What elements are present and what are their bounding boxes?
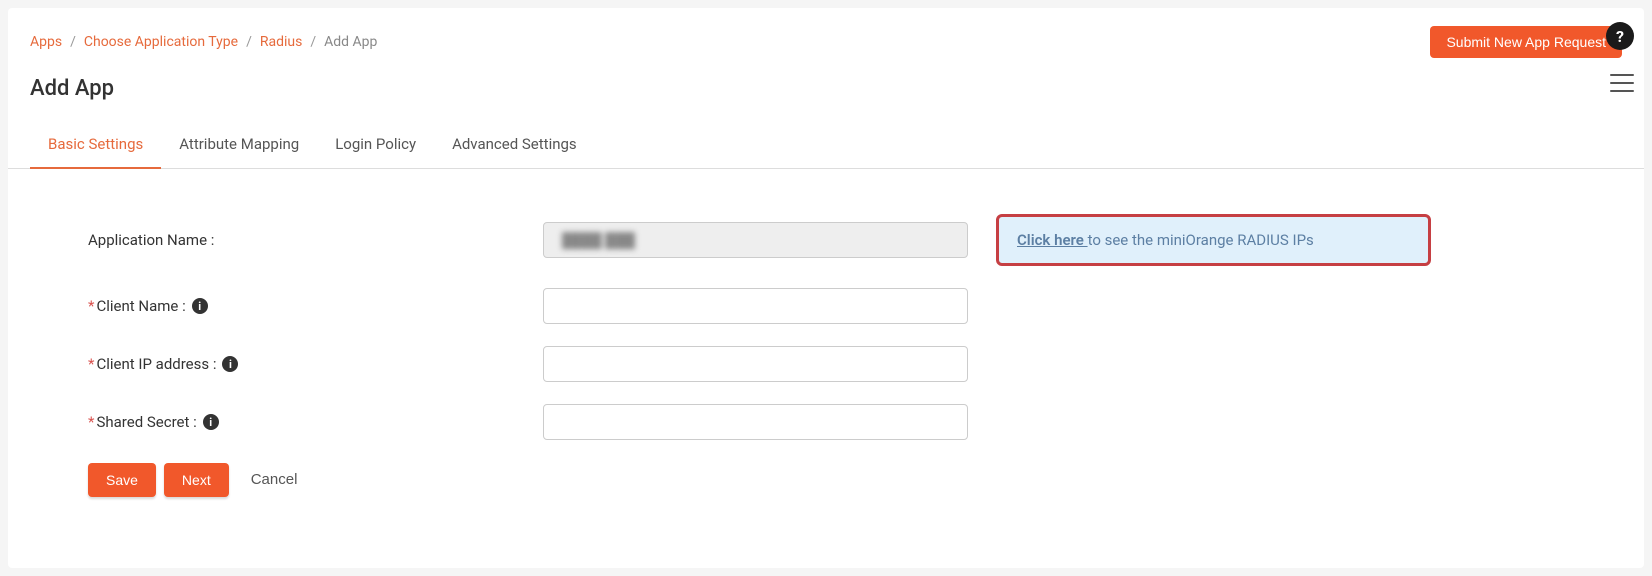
tab-basic-settings[interactable]: Basic Settings bbox=[30, 121, 161, 169]
client-ip-input[interactable] bbox=[543, 346, 968, 382]
tab-login-policy[interactable]: Login Policy bbox=[317, 121, 434, 169]
tab-advanced-settings[interactable]: Advanced Settings bbox=[434, 121, 595, 169]
breadcrumb-current: Add App bbox=[324, 34, 377, 50]
breadcrumb-link-apps[interactable]: Apps bbox=[30, 34, 62, 50]
breadcrumb-separator: / bbox=[242, 34, 256, 50]
shared-secret-label: Shared Secret : bbox=[96, 413, 196, 431]
menu-icon[interactable] bbox=[1610, 74, 1634, 92]
save-button[interactable]: Save bbox=[88, 463, 156, 497]
breadcrumb-link-choose-type[interactable]: Choose Application Type bbox=[84, 34, 238, 50]
callout-rest-text: to see the miniOrange RADIUS IPs bbox=[1088, 231, 1314, 249]
required-asterisk: * bbox=[88, 355, 94, 373]
next-button[interactable]: Next bbox=[164, 463, 229, 497]
client-ip-label: Client IP address : bbox=[96, 355, 216, 373]
application-name-value: ████ ███ bbox=[554, 232, 635, 249]
radius-ips-callout: Click here to see the miniOrange RADIUS … bbox=[996, 214, 1431, 266]
application-name-label: Application Name : bbox=[88, 231, 543, 249]
client-name-input[interactable] bbox=[543, 288, 968, 324]
tab-attribute-mapping[interactable]: Attribute Mapping bbox=[161, 121, 317, 169]
breadcrumb-separator: / bbox=[306, 34, 320, 50]
click-here-link[interactable]: Click here bbox=[1017, 231, 1088, 249]
cancel-button[interactable]: Cancel bbox=[237, 462, 312, 497]
breadcrumb: Apps / Choose Application Type / Radius … bbox=[30, 34, 377, 50]
application-name-input: ████ ███ bbox=[543, 222, 968, 258]
shared-secret-input[interactable] bbox=[543, 404, 968, 440]
breadcrumb-link-radius[interactable]: Radius bbox=[260, 34, 303, 50]
info-icon[interactable]: i bbox=[222, 356, 238, 372]
breadcrumb-separator: / bbox=[66, 34, 80, 50]
required-asterisk: * bbox=[88, 297, 94, 315]
info-icon[interactable]: i bbox=[192, 298, 208, 314]
submit-new-app-request-button[interactable]: Submit New App Request bbox=[1430, 26, 1622, 58]
client-name-label: Client Name : bbox=[96, 297, 185, 315]
info-icon[interactable]: i bbox=[203, 414, 219, 430]
page-title: Add App bbox=[8, 68, 1644, 121]
help-icon[interactable]: ? bbox=[1606, 22, 1634, 50]
tabs: Basic Settings Attribute Mapping Login P… bbox=[8, 121, 1644, 169]
required-asterisk: * bbox=[88, 413, 94, 431]
